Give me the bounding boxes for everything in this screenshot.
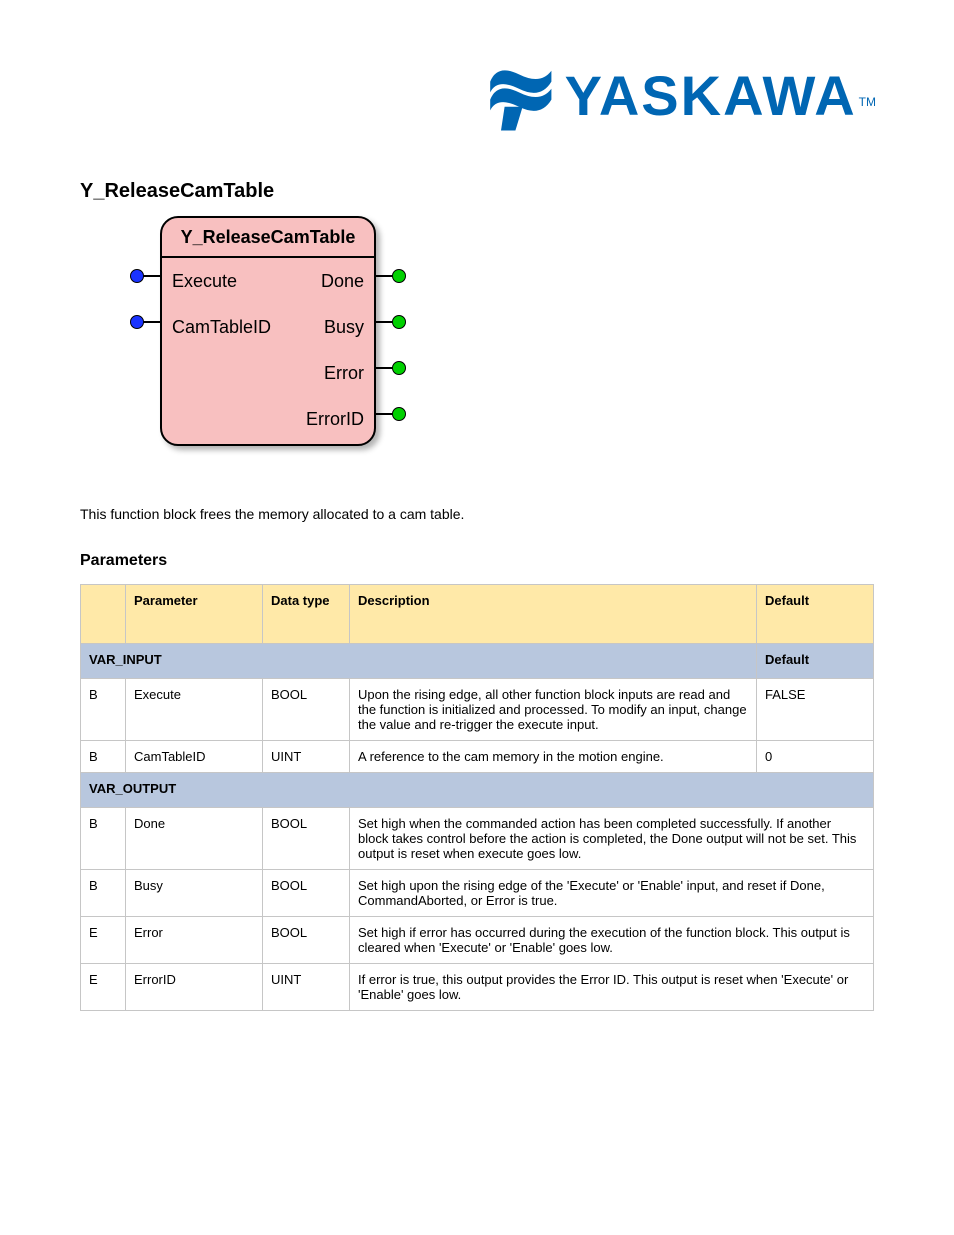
cell-io: B [81,740,126,772]
function-block-title: Y_ReleaseCamTable [162,218,374,258]
pin-input-icon [130,315,144,329]
yaskawa-logo-icon [483,60,555,132]
cell-type: BOOL [263,678,350,740]
cell-io: B [81,678,126,740]
cell-param: ErrorID [126,963,263,1010]
pin-output-icon [392,361,406,375]
intro-text: This function block frees the memory all… [80,506,874,522]
cell-desc: Set high upon the rising edge of the 'Ex… [350,869,874,916]
section-heading-parameters: Parameters [80,552,874,570]
cell-default: FALSE [757,678,874,740]
col-default-header: Default [757,584,874,643]
section-label: VAR_OUTPUT [81,772,874,807]
col-parameter-header: Parameter [126,584,263,643]
fb-output-errorid: ErrorID [306,409,364,430]
col-description-header: Description [350,584,757,643]
col-datatype-header: Data type [263,584,350,643]
cell-type: BOOL [263,869,350,916]
cell-io: E [81,916,126,963]
cell-desc: If error is true, this output provides t… [350,963,874,1010]
fb-output-error: Error [324,363,364,384]
brand-text: YASKAWA [565,68,857,124]
cell-param: CamTableID [126,740,263,772]
pin-input-icon [130,269,144,283]
section-default-col: Default [757,643,874,678]
page: YASKAWA TM Y_ReleaseCamTable Y_ReleaseCa… [0,0,954,1235]
cell-io: B [81,869,126,916]
brand-logo: YASKAWA TM [483,60,874,132]
table-row: B Busy BOOL Set high upon the rising edg… [81,869,874,916]
parameters-table: Parameter Data type Description Default … [80,584,874,1011]
fb-input-execute: Execute [172,271,237,292]
trademark: TM [859,95,876,109]
cell-param: Busy [126,869,263,916]
cell-type: BOOL [263,807,350,869]
cell-default: 0 [757,740,874,772]
cell-desc: Set high if error has occurred during th… [350,916,874,963]
function-block: Y_ReleaseCamTable Execute Done CamTableI… [160,216,376,446]
section-var-output: VAR_OUTPUT [81,772,874,807]
cell-io: E [81,963,126,1010]
table-header-row: Parameter Data type Description Default [81,584,874,643]
fb-output-done: Done [321,271,364,292]
section-label: VAR_INPUT [81,643,757,678]
cell-param: Execute [126,678,263,740]
pin-output-icon [392,269,406,283]
pin-connector [142,321,160,323]
cell-desc: Upon the rising edge, all other function… [350,678,757,740]
pin-output-icon [392,315,406,329]
fb-output-busy: Busy [324,317,364,338]
cell-param: Error [126,916,263,963]
function-block-diagram: Y_ReleaseCamTable Execute Done CamTableI… [120,216,420,476]
fb-input-camtableid: CamTableID [172,317,271,338]
cell-type: BOOL [263,916,350,963]
table-row: B CamTableID UINT A reference to the cam… [81,740,874,772]
pin-connector [142,275,160,277]
col-io-header [81,584,126,643]
table-row: E ErrorID UINT If error is true, this ou… [81,963,874,1010]
section-var-input: VAR_INPUT Default [81,643,874,678]
table-row: B Done BOOL Set high when the commanded … [81,807,874,869]
cell-type: UINT [263,740,350,772]
table-row: B Execute BOOL Upon the rising edge, all… [81,678,874,740]
pin-output-icon [392,407,406,421]
cell-desc: A reference to the cam memory in the mot… [350,740,757,772]
cell-desc: Set high when the commanded action has b… [350,807,874,869]
cell-param: Done [126,807,263,869]
cell-io: B [81,807,126,869]
table-row: E Error BOOL Set high if error has occur… [81,916,874,963]
cell-type: UINT [263,963,350,1010]
page-title: Y_ReleaseCamTable [80,180,874,203]
